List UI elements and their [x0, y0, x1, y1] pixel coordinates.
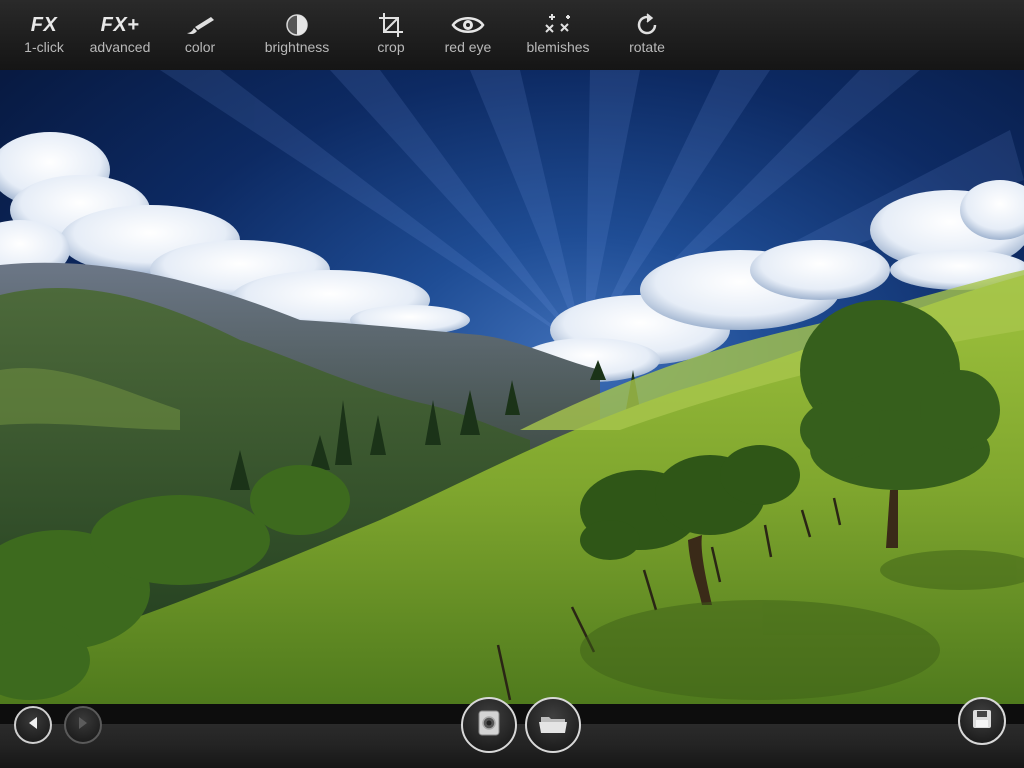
folder-icon — [538, 711, 568, 740]
tool-label: blemishes — [526, 39, 590, 55]
half-circle-icon — [285, 10, 309, 40]
sparkle-x-icon — [541, 10, 575, 40]
tool-label: 1-click — [24, 39, 64, 55]
bottom-bar — [0, 697, 1024, 768]
camera-button[interactable] — [461, 697, 517, 753]
album-button[interactable] — [525, 697, 581, 753]
tool-label: rotate — [629, 39, 665, 55]
camera-icon — [476, 709, 502, 742]
save-icon — [971, 708, 993, 735]
tool-1-click[interactable]: FX 1-click — [14, 0, 74, 70]
previous-button[interactable] — [14, 706, 52, 744]
tool-label: red eye — [444, 39, 492, 55]
arrow-left-icon — [27, 716, 39, 735]
edit-toolbar: FX 1-click FX+ advanced color brightness — [0, 0, 1024, 71]
tool-rotate[interactable]: rotate — [620, 0, 674, 70]
tool-label: advanced — [89, 39, 151, 55]
tool-label: crop — [377, 39, 405, 55]
rotate-icon — [634, 10, 660, 40]
arrow-right-icon — [77, 716, 89, 735]
tool-crop[interactable]: crop — [366, 0, 416, 70]
fx-icon: FX — [30, 13, 58, 36]
tool-color[interactable]: color — [172, 0, 228, 70]
landscape-photo[interactable] — [0, 70, 1024, 704]
eye-icon — [451, 10, 485, 40]
crop-icon — [378, 10, 404, 40]
tool-brightness[interactable]: brightness — [252, 0, 342, 70]
tool-red-eye[interactable]: red eye — [438, 0, 498, 70]
next-button[interactable] — [64, 706, 102, 744]
paintbrush-icon — [183, 10, 217, 40]
tool-label: color — [184, 39, 216, 55]
tool-label: brightness — [264, 39, 330, 55]
tool-advanced[interactable]: FX+ advanced — [82, 0, 158, 70]
tool-blemishes[interactable]: blemishes — [518, 0, 598, 70]
save-button[interactable] — [958, 697, 1006, 745]
fx-plus-icon: FX+ — [100, 13, 140, 36]
